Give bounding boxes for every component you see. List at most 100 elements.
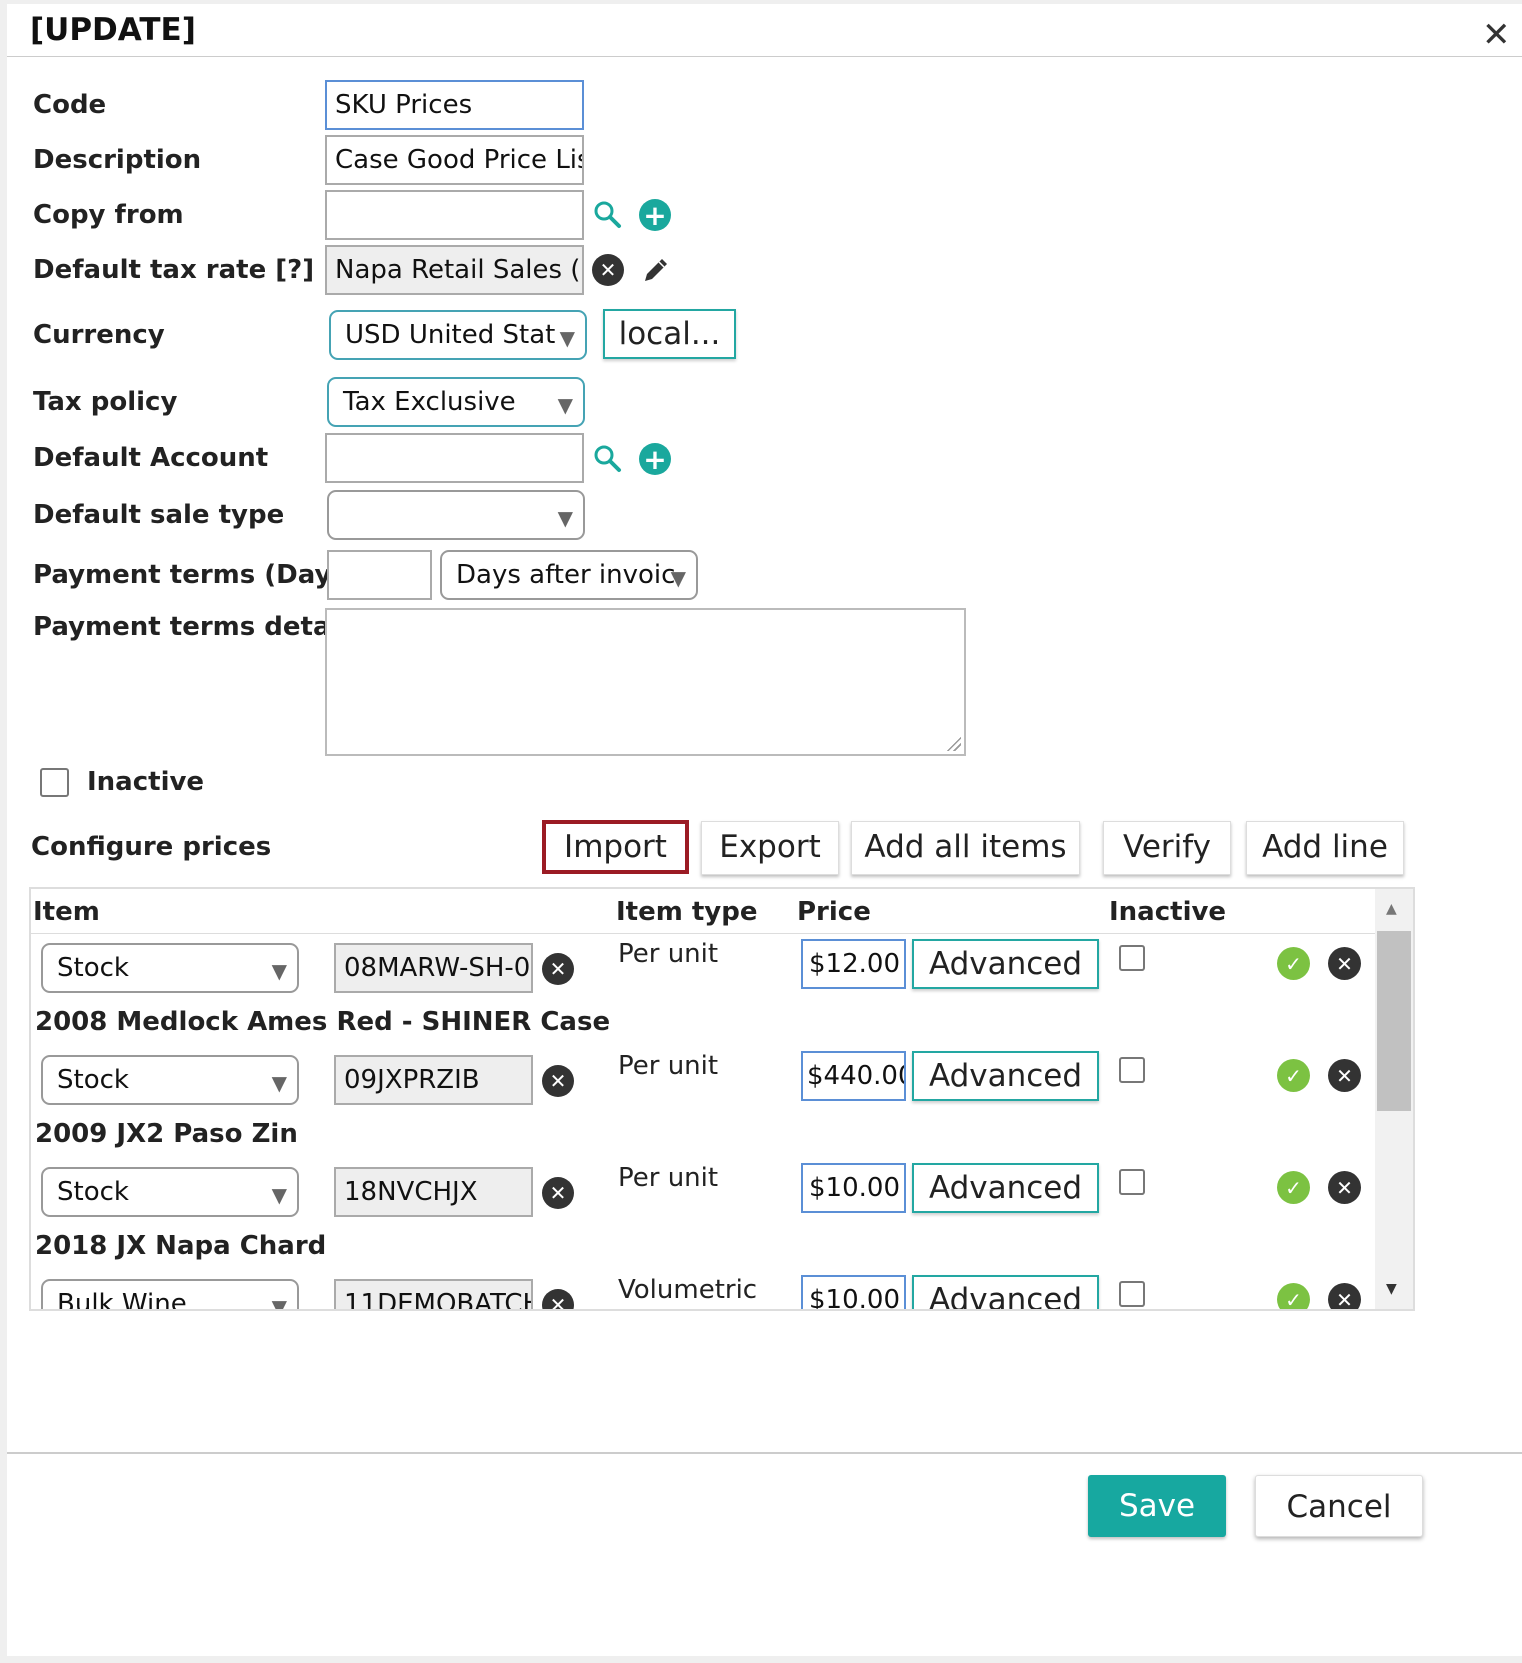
clear-item-icon[interactable]: ✕ (542, 953, 574, 985)
default-account-input[interactable] (325, 433, 584, 483)
clear-item-icon[interactable]: ✕ (542, 1289, 574, 1309)
payment-terms-label: Payment terms (Days) (33, 560, 359, 590)
row-inactive-checkbox[interactable] (1119, 1057, 1145, 1083)
payment-terms-type-value: Days after invoic (456, 560, 676, 590)
add-all-items-button[interactable]: Add all items (851, 821, 1080, 875)
item-type-text: Per unit (618, 939, 719, 969)
item-name: 2018 JX Napa Chard (35, 1231, 327, 1261)
tax-policy-value: Tax Exclusive (343, 387, 516, 417)
item-kind-value: Stock (57, 953, 129, 983)
local-currency-button[interactable]: local... (603, 309, 736, 359)
delete-row-icon[interactable]: ✕ (1328, 1283, 1361, 1309)
grid-scrollbar[interactable]: ▲ ▼ (1375, 889, 1413, 1309)
footer-divider (7, 1452, 1522, 1454)
export-button[interactable]: Export (701, 821, 839, 875)
price-input[interactable]: $10.00 (801, 1163, 906, 1213)
description-input[interactable]: Case Good Price Lis (325, 135, 584, 185)
close-icon[interactable]: ✕ (1482, 18, 1511, 52)
configure-prices-label: Configure prices (31, 832, 272, 862)
price-input[interactable]: $10.00 (801, 1275, 906, 1309)
item-kind-value: Stock (57, 1065, 129, 1095)
scrollbar-thumb[interactable] (1377, 931, 1411, 1111)
item-type-text: Per unit (618, 1163, 719, 1193)
advanced-button[interactable]: Advanced (912, 939, 1099, 989)
item-name: 2008 Medlock Ames Red - SHINER Case (35, 1007, 611, 1037)
column-header-price: Price (797, 897, 871, 927)
delete-row-icon[interactable]: ✕ (1328, 1059, 1361, 1092)
delete-row-icon[interactable]: ✕ (1328, 947, 1361, 980)
confirm-check-icon[interactable]: ✓ (1277, 1059, 1310, 1092)
item-kind-value: Stock (57, 1177, 129, 1207)
tax-policy-select[interactable]: Tax Exclusive ▼ (327, 377, 585, 427)
resize-handle-icon[interactable] (945, 735, 961, 751)
description-label: Description (33, 145, 202, 175)
currency-label: Currency (33, 320, 165, 350)
item-kind-select[interactable]: Stock ▼ (41, 943, 299, 993)
import-button[interactable]: Import (542, 820, 689, 874)
item-code-input[interactable]: 08MARW-SH-0 (334, 943, 533, 993)
delete-row-icon[interactable]: ✕ (1328, 1171, 1361, 1204)
copy-from-input[interactable] (325, 190, 584, 240)
column-header-item-type: Item type (616, 897, 758, 927)
code-label: Code (33, 90, 107, 120)
dropdown-arrow-icon: ▼ (271, 1183, 287, 1207)
add-icon[interactable]: + (639, 443, 671, 476)
dropdown-arrow-icon: ▼ (271, 1295, 287, 1311)
save-button[interactable]: Save (1088, 1475, 1226, 1537)
payment-terms-details-label: Payment terms details (33, 612, 364, 642)
header-divider (31, 933, 1377, 934)
item-type-text: Volumetric (618, 1275, 758, 1305)
default-account-label: Default Account (33, 443, 269, 473)
tax-policy-label: Tax policy (33, 387, 178, 417)
confirm-check-icon[interactable]: ✓ (1277, 1171, 1310, 1204)
search-icon[interactable] (591, 198, 623, 230)
clear-icon[interactable]: ✕ (592, 254, 624, 286)
item-code-input[interactable]: 09JXPRZIB (334, 1055, 533, 1105)
payment-terms-type-select[interactable]: Days after invoic ▼ (440, 550, 698, 600)
payment-terms-days-input[interactable] (327, 550, 432, 600)
item-kind-value: Bulk Wine (57, 1289, 187, 1311)
default-tax-rate-input[interactable]: Napa Retail Sales (8 (325, 245, 584, 295)
scroll-down-arrow-icon[interactable]: ▼ (1386, 1281, 1397, 1297)
verify-button[interactable]: Verify (1103, 821, 1231, 875)
header-divider (7, 56, 1522, 57)
item-kind-select[interactable]: Bulk Wine ▼ (41, 1279, 299, 1311)
copy-from-label: Copy from (33, 200, 184, 230)
column-header-inactive: Inactive (1109, 897, 1227, 927)
inactive-checkbox[interactable] (40, 768, 69, 797)
dropdown-arrow-icon: ▼ (557, 506, 573, 530)
clear-item-icon[interactable]: ✕ (542, 1177, 574, 1209)
inactive-label: Inactive (87, 767, 205, 797)
item-code-input[interactable]: 18NVCHJX (334, 1167, 533, 1217)
cancel-button[interactable]: Cancel (1255, 1475, 1423, 1537)
column-header-item: Item (33, 897, 100, 927)
item-code-input[interactable]: 11DEMOBATCH (334, 1279, 533, 1309)
advanced-button[interactable]: Advanced (912, 1275, 1099, 1309)
dropdown-arrow-icon: ▼ (557, 393, 573, 417)
advanced-button[interactable]: Advanced (912, 1163, 1099, 1213)
default-sale-type-label: Default sale type (33, 500, 285, 530)
scroll-up-arrow-icon[interactable]: ▲ (1386, 901, 1397, 917)
item-kind-select[interactable]: Stock ▼ (41, 1167, 299, 1217)
row-inactive-checkbox[interactable] (1119, 1169, 1145, 1195)
price-input[interactable]: $12.00 (801, 939, 906, 989)
add-line-button[interactable]: Add line (1246, 821, 1404, 875)
advanced-button[interactable]: Advanced (912, 1051, 1099, 1101)
default-sale-type-select[interactable]: ▼ (327, 490, 585, 540)
row-inactive-checkbox[interactable] (1119, 1281, 1145, 1307)
row-inactive-checkbox[interactable] (1119, 945, 1145, 971)
item-type-text: Per unit (618, 1051, 719, 1081)
dropdown-arrow-icon: ▼ (271, 959, 287, 983)
dropdown-arrow-icon: ▼ (559, 326, 575, 350)
item-kind-select[interactable]: Stock ▼ (41, 1055, 299, 1105)
edit-pencil-icon[interactable] (639, 253, 673, 287)
add-icon[interactable]: + (639, 199, 671, 232)
confirm-check-icon[interactable]: ✓ (1277, 1283, 1310, 1309)
clear-item-icon[interactable]: ✕ (542, 1065, 574, 1097)
code-input[interactable]: SKU Prices (325, 80, 584, 130)
confirm-check-icon[interactable]: ✓ (1277, 947, 1310, 980)
currency-select[interactable]: USD United Stat ▼ (329, 310, 587, 360)
payment-terms-details-textarea[interactable] (325, 608, 966, 756)
price-input[interactable]: $440.00 (801, 1051, 906, 1101)
search-icon[interactable] (591, 442, 623, 474)
